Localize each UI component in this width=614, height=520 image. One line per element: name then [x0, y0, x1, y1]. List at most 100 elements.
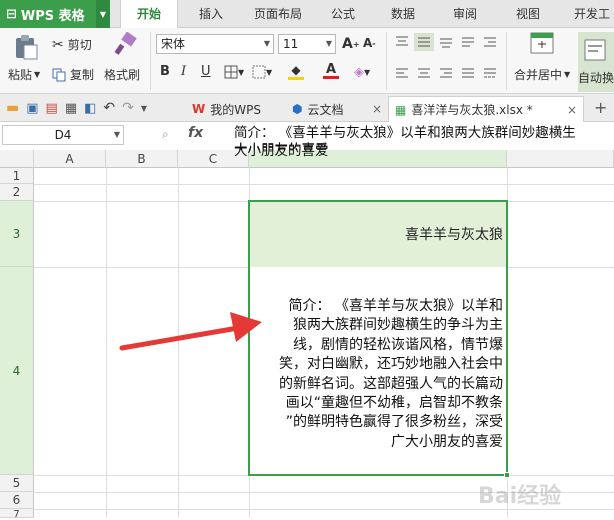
tab-label: 喜洋洋与灰太狼.xlsx * — [411, 103, 533, 117]
fill-color-swatch — [288, 77, 304, 80]
increase-font-icon[interactable]: A + — [342, 36, 360, 52]
tab-cloud-docs[interactable]: ⬢ 云文档 × — [286, 96, 388, 122]
close-icon[interactable]: × — [567, 103, 577, 117]
italic-button[interactable]: I — [181, 64, 186, 79]
scissors-icon: ✂ — [52, 36, 64, 53]
cell-d3[interactable]: 喜羊羊与灰太狼 — [249, 201, 507, 267]
close-icon[interactable]: × — [372, 102, 382, 116]
font-size-select[interactable]: 11 ▼ — [278, 34, 336, 54]
row-header-2[interactable]: 2 — [0, 184, 34, 201]
align-top-icon[interactable] — [394, 35, 410, 49]
justify-icon[interactable] — [460, 66, 476, 80]
align-middle-icon[interactable] — [414, 33, 434, 51]
save-icon[interactable]: ▣ — [26, 101, 38, 116]
wps-logo-icon: ⊟ — [6, 6, 17, 22]
row-header-1[interactable]: 1 — [0, 168, 34, 184]
distributed-icon[interactable] — [482, 66, 498, 80]
row-header-5[interactable]: 5 — [0, 475, 34, 492]
gridline — [507, 168, 508, 518]
chevron-down-icon[interactable]: ▼ — [96, 0, 110, 28]
font-size-value: 11 — [283, 37, 299, 51]
row-header-6[interactable]: 6 — [0, 492, 34, 509]
formula-line-1: 简介： 《喜羊羊与灰太狼》以羊和狼两大族群间妙趣横生 — [234, 125, 576, 141]
undo-icon[interactable]: ↶ — [103, 100, 115, 116]
print-icon[interactable]: ▦ — [65, 101, 77, 116]
auto-wrap-button[interactable]: 自动换 — [578, 32, 614, 92]
orientation-icon[interactable] — [460, 35, 476, 49]
print-preview-icon[interactable]: ◧ — [84, 101, 96, 116]
wps-w-icon: W — [192, 102, 206, 116]
grid-pattern-icon — [252, 65, 266, 79]
cell-d4[interactable]: 简介： 《喜羊羊与灰太狼》以羊和 狼两大族群间妙趣横生的争斗为主 线，剧情的轻松… — [249, 267, 507, 475]
paste-menu[interactable]: 粘贴 ▼ — [8, 66, 40, 83]
bold-button[interactable]: B — [160, 64, 170, 79]
spreadsheet-file-icon: ▦ — [395, 102, 407, 117]
redo-icon[interactable]: ↷ — [122, 100, 134, 116]
align-right-icon[interactable] — [438, 66, 454, 80]
row-header-7[interactable]: 7 — [0, 509, 34, 520]
quick-access-toolbar: ▬ ▣ ▤ ▦ ◧ ↶ ↷ ▼ — [6, 100, 147, 116]
merge-center-icon[interactable] — [530, 32, 554, 54]
row-header-4[interactable]: 4 — [0, 267, 34, 475]
tab-review[interactable]: 审阅 — [442, 0, 488, 28]
format-painter-button[interactable] — [106, 32, 144, 56]
copy-label: 复制 — [70, 68, 95, 82]
tab-data[interactable]: 数据 — [380, 0, 426, 28]
tab-insert[interactable]: 插入 — [188, 0, 234, 28]
select-all-corner[interactable] — [0, 150, 34, 168]
tab-current-file[interactable]: ▦ 喜洋洋与灰太狼.xlsx * × — [388, 96, 584, 122]
brush-icon — [114, 32, 137, 55]
font-color-icon: A — [325, 62, 337, 77]
tab-page-layout[interactable]: 页面布局 — [246, 0, 310, 28]
column-header-e[interactable]: E — [507, 150, 614, 168]
align-center-icon[interactable] — [416, 66, 432, 80]
cell-d4-line: 的新鲜名词。这部超强人气的长篇动 — [279, 375, 503, 392]
gridline — [34, 475, 614, 476]
underline-button[interactable]: U — [201, 64, 211, 79]
fill-color-button[interactable]: ◆ — [288, 63, 304, 80]
clear-format-button[interactable]: ◈ ▼ — [354, 65, 370, 80]
name-box[interactable]: D4 ▼ — [2, 125, 124, 145]
chevron-down-icon[interactable]: ▼ — [141, 104, 147, 113]
gridline — [34, 184, 614, 185]
app-name: WPS 表格 — [20, 8, 85, 24]
tab-developer[interactable]: 开发工 — [564, 0, 614, 28]
cut-button[interactable]: ✂ 剪切 — [52, 36, 92, 53]
watermark: Bai经验 — [478, 484, 562, 509]
tab-formulas[interactable]: 公式 — [320, 0, 366, 28]
cell-d4-line: 画以“童趣但不幼稚，启智却不教条 — [285, 395, 503, 412]
align-bottom-icon[interactable] — [438, 35, 454, 49]
zoom-icon[interactable]: ⌕ — [162, 127, 169, 142]
border-icon — [224, 65, 238, 79]
eraser-icon: ◈ — [354, 65, 364, 80]
decrease-font-icon[interactable]: A- — [363, 36, 376, 50]
folder-icon[interactable]: ▬ — [6, 100, 19, 116]
wrap-indent-icon[interactable] — [482, 35, 498, 49]
chevron-down-icon: ▼ — [34, 70, 41, 79]
align-left-icon[interactable] — [394, 66, 410, 80]
new-tab-icon[interactable]: + — [594, 98, 607, 117]
merge-center-button[interactable]: 合并居中 ▼ — [514, 66, 570, 83]
column-header-a[interactable]: A — [34, 150, 106, 168]
export-pdf-icon[interactable]: ▤ — [46, 101, 58, 116]
fill-pattern-button[interactable]: ▼ — [252, 65, 272, 79]
app-menu-button[interactable]: ⊟ WPS 表格 ▼ — [0, 0, 110, 28]
paste-button[interactable] — [8, 34, 44, 60]
cloud-cube-icon: ⬢ — [292, 102, 303, 116]
tab-my-wps[interactable]: W 我的WPS — [186, 96, 286, 122]
paste-icon — [16, 35, 38, 60]
copy-button[interactable]: 复制 — [52, 66, 94, 83]
tab-label: 我的WPS — [210, 102, 261, 117]
tab-view[interactable]: 视图 — [505, 0, 551, 28]
column-header-b[interactable]: B — [106, 150, 178, 168]
borders-button[interactable]: ▼ — [224, 65, 244, 79]
tab-home[interactable]: 开始 — [120, 0, 178, 28]
font-color-button[interactable]: A — [323, 63, 339, 79]
chevron-down-icon: ▼ — [564, 70, 571, 79]
fx-icon[interactable]: fx — [188, 125, 203, 141]
font-name-select[interactable]: 宋体 ▼ — [156, 34, 274, 54]
ribbon-toolbar: 粘贴 ▼ ✂ 剪切 复制 格式刷 宋体 ▼ 11 ▼ A + A- B I U ▼ ▼ … — [0, 28, 614, 94]
row-header-3[interactable]: 3 — [0, 201, 34, 267]
paint-bucket-icon: ◆ — [291, 63, 301, 77]
gridline — [106, 168, 107, 518]
